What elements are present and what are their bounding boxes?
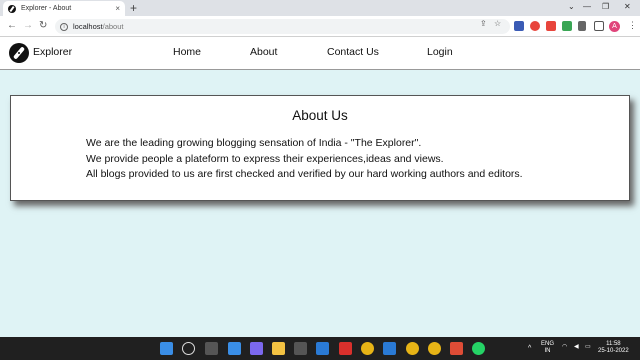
explorer-favicon-icon [8,4,16,13]
extension-3-icon[interactable] [546,21,556,31]
browser-tab[interactable]: Explorer - About × [3,1,125,16]
about-card: About Us We are the leading growing blog… [10,95,630,201]
extensions-puzzle-icon[interactable] [578,21,586,31]
vscode-icon[interactable] [316,342,329,355]
site-navbar: Explorer Home About Contact Us Login [0,37,640,70]
widgets-icon[interactable] [228,342,241,355]
clock-time: 11:58 [606,341,621,347]
file-explorer-icon[interactable] [272,342,285,355]
about-line-1: We are the leading growing blogging sens… [86,137,422,149]
clock[interactable]: 11:58 25-10-2022 [598,341,629,355]
bookmark-star-icon[interactable]: ☆ [494,19,501,28]
brand-name[interactable]: Explorer [33,46,72,58]
close-window-button[interactable]: ✕ [624,2,631,11]
chat-icon[interactable] [250,342,263,355]
wifi-icon[interactable]: ◠ [562,344,567,351]
windows-taskbar: ^ ENG IN ◠ ◀ ▭ 11:58 25-10-2022 [0,337,640,360]
extension-4-icon[interactable] [562,21,572,31]
forward-button[interactable]: → [23,20,33,31]
profile-avatar[interactable]: A [609,21,620,32]
new-tab-button[interactable]: + [130,1,137,15]
site-info-icon[interactable]: i [60,22,68,31]
tab-title: Explorer - About [21,5,72,12]
side-panel-icon[interactable] [594,21,604,31]
back-button[interactable]: ← [7,20,17,31]
show-hidden-icons-icon[interactable]: ^ [528,345,531,352]
minimize-button[interactable]: — [583,2,591,11]
language-code: ENG [541,341,555,347]
vscode-icon[interactable] [383,342,396,355]
extension-1-icon[interactable] [514,21,524,31]
store-icon[interactable] [294,342,307,355]
about-line-3: All blogs provided to us are first check… [86,168,523,180]
mcafee-icon[interactable] [339,342,352,355]
nav-link-about[interactable]: About [250,46,277,58]
reload-button[interactable]: ↻ [39,20,47,31]
close-tab-icon[interactable]: × [115,4,120,13]
extension-2-icon[interactable] [530,21,540,31]
nav-link-contact[interactable]: Contact Us [327,46,379,58]
nav-link-login[interactable]: Login [427,46,453,58]
url-host: localhost [73,22,103,31]
browser-tab-strip: Explorer - About × + ⌄ — ❐ ✕ [0,0,640,16]
language-indicator[interactable]: ENG IN [541,341,554,355]
chrome-icon[interactable] [361,342,374,355]
task-view-icon[interactable] [205,342,218,355]
search-icon[interactable] [182,342,195,355]
windows-icon[interactable] [160,342,173,355]
about-title: About Us [292,108,348,123]
browser-toolbar: ← → ↻ i localhost/about ⇪ ☆ A ⋮ [0,16,640,37]
share-icon[interactable]: ⇪ [480,19,487,28]
whatsapp-icon[interactable] [472,342,485,355]
nav-link-home[interactable]: Home [173,46,201,58]
compass-logo-icon[interactable] [9,43,29,63]
url-path: /about [102,22,124,31]
maximize-button[interactable]: ❐ [602,2,609,11]
tab-search-icon[interactable]: ⌄ [568,2,575,11]
region-code: IN [544,348,551,354]
about-line-2: We provide people a plateform to express… [86,153,444,165]
chrome-icon[interactable] [428,342,441,355]
browser-menu-icon[interactable]: ⋮ [628,20,637,31]
address-bar[interactable]: i localhost/about [55,19,510,34]
battery-icon[interactable]: ▭ [585,344,591,351]
volume-icon[interactable]: ◀ [574,344,579,351]
git-icon[interactable] [450,342,463,355]
chrome-icon[interactable] [406,342,419,355]
clock-date: 25-10-2022 [598,348,629,354]
